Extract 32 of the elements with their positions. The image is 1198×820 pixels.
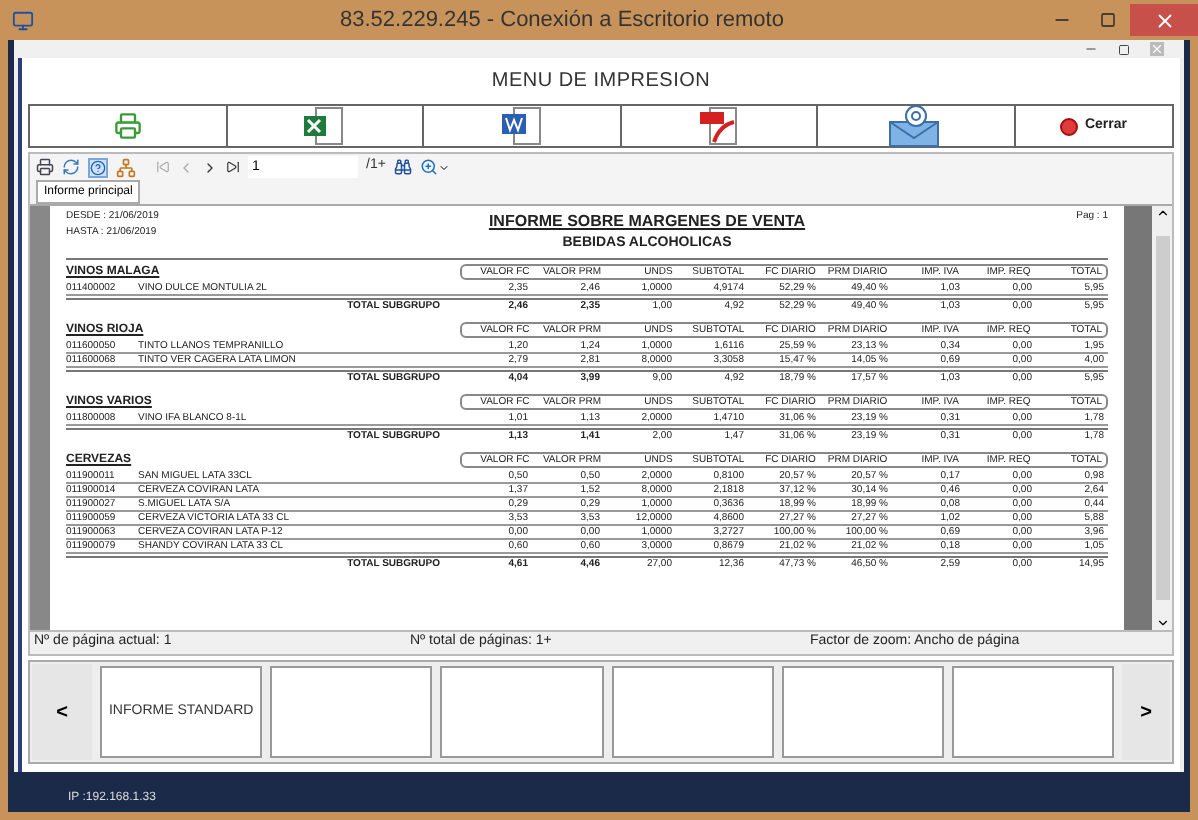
- scroll-down-icon[interactable]: [1155, 616, 1169, 630]
- print-icon[interactable]: [36, 158, 54, 176]
- maximize-icon[interactable]: [1118, 43, 1130, 55]
- window-title: 83.52.229.245 - Conexión a Escritorio remoto: [340, 5, 784, 36]
- spreadsheet-icon: [302, 106, 347, 146]
- printer-icon: [113, 112, 142, 140]
- scrollbar[interactable]: [1152, 206, 1172, 630]
- previous-button[interactable]: <: [32, 664, 92, 760]
- menu-title: MENU DE IMPRESION: [489, 68, 713, 96]
- empty-tile[interactable]: [270, 666, 433, 758]
- previous-page-icon[interactable]: [178, 159, 194, 175]
- next-page-icon[interactable]: [202, 159, 218, 175]
- tree-icon[interactable]: [116, 157, 136, 177]
- report-title: INFORME SOBRE MARGENES DE VENTA: [488, 210, 806, 234]
- empty-tile[interactable]: [781, 666, 944, 758]
- empty-tile[interactable]: [951, 666, 1115, 758]
- remote-desktop-icon: [12, 9, 34, 31]
- document-icon: [499, 106, 544, 146]
- last-page-icon[interactable]: [226, 160, 240, 174]
- scroll-up-icon[interactable]: [1155, 206, 1169, 220]
- pdf-icon: [697, 106, 742, 146]
- close-button[interactable]: [1130, 4, 1198, 36]
- close-icon: [1060, 117, 1079, 135]
- empty-tile[interactable]: [611, 666, 774, 758]
- help-icon[interactable]: [88, 157, 108, 177]
- close-icon: [1153, 9, 1175, 31]
- search-icon[interactable]: [393, 158, 412, 176]
- first-page-icon[interactable]: [156, 160, 170, 174]
- zoom-icon[interactable]: [419, 158, 450, 176]
- next-button[interactable]: >: [1122, 664, 1171, 760]
- empty-tile[interactable]: [440, 666, 604, 758]
- refresh-icon[interactable]: [62, 158, 80, 176]
